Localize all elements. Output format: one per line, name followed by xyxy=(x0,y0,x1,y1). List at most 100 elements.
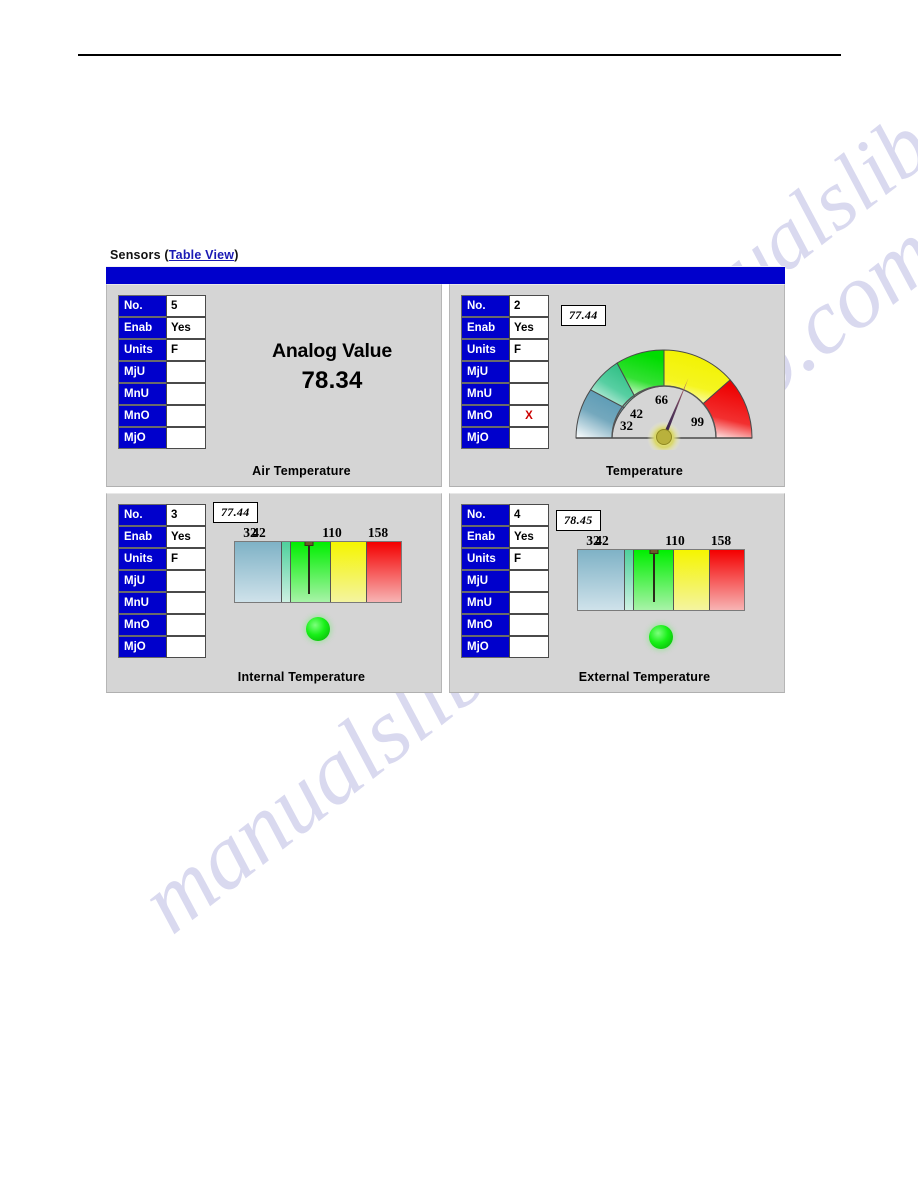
prop-value[interactable] xyxy=(166,614,206,636)
bar-segment-lowmid xyxy=(281,542,290,602)
prop-label: MnU xyxy=(461,592,509,614)
gauge-tick-66: 66 xyxy=(655,392,668,407)
table-row: MjO xyxy=(461,427,549,449)
prop-value[interactable] xyxy=(166,570,206,592)
prop-label: MjO xyxy=(118,427,166,449)
prop-value[interactable] xyxy=(509,636,549,658)
table-row: Units F xyxy=(118,339,206,361)
prop-label: Enab xyxy=(118,526,166,548)
prop-value[interactable] xyxy=(166,361,206,383)
sensor-panel-temperature-gauge: No. 2 Enab Yes Units F MjU MnU MnO X MjO 77.… xyxy=(449,284,785,487)
prop-label: MjU xyxy=(118,361,166,383)
prop-label: MjO xyxy=(461,636,509,658)
prop-value[interactable] xyxy=(509,427,549,449)
bar-gauge-body xyxy=(234,541,402,603)
sensors-widget: Sensors (Table View) No. 5 Enab Yes Units F… xyxy=(106,244,785,693)
prop-label: No. xyxy=(461,295,509,317)
radial-gauge-svg xyxy=(575,349,753,455)
page-header-rule xyxy=(78,54,841,56)
table-row: No. 5 xyxy=(118,295,206,317)
status-led xyxy=(649,625,673,649)
bar-segment-high xyxy=(672,550,710,610)
bar-segment-high xyxy=(329,542,367,602)
prop-value[interactable] xyxy=(166,427,206,449)
prop-value[interactable] xyxy=(509,361,549,383)
table-row: No. 3 xyxy=(118,504,206,526)
prop-value[interactable] xyxy=(166,636,206,658)
prop-label: No. xyxy=(118,295,166,317)
prop-label: Units xyxy=(118,339,166,361)
prop-value[interactable] xyxy=(166,383,206,405)
bar-tick-labels: 32 42 110 158 xyxy=(234,525,404,541)
prop-label: MnU xyxy=(118,592,166,614)
prop-value[interactable] xyxy=(509,383,549,405)
prop-value[interactable]: Yes xyxy=(166,526,206,548)
table-view-link[interactable]: Table View xyxy=(169,248,234,262)
bar-segment-critical xyxy=(709,550,744,610)
table-row: MnO xyxy=(118,405,206,427)
prop-value[interactable] xyxy=(509,592,549,614)
table-row: MnU xyxy=(118,383,206,405)
sensor-panel-grid: No. 5 Enab Yes Units F MjU MnU MnO MjO Anal… xyxy=(106,284,785,693)
table-row: MjU xyxy=(461,361,549,383)
table-row: Units F xyxy=(461,548,549,570)
bar-separator xyxy=(672,550,674,610)
prop-label: MnO xyxy=(461,405,509,427)
sensor-property-table: No. 5 Enab Yes Units F MjU MnU MnO MjO xyxy=(118,295,206,449)
prop-value[interactable]: 2 xyxy=(509,295,549,317)
table-row: MjU xyxy=(118,570,206,592)
prop-value[interactable]: F xyxy=(509,548,549,570)
panel-gutter xyxy=(442,284,449,487)
table-row: Enab Yes xyxy=(118,526,206,548)
prop-value[interactable]: F xyxy=(166,548,206,570)
prop-value[interactable]: Yes xyxy=(166,317,206,339)
table-row: No. 4 xyxy=(461,504,549,526)
prop-label: MjO xyxy=(118,636,166,658)
bar-separator xyxy=(709,550,711,610)
prop-value[interactable] xyxy=(166,592,206,614)
table-row: Enab Yes xyxy=(461,317,549,339)
table-row: Enab Yes xyxy=(461,526,549,548)
bar-tick-42: 42 xyxy=(252,525,266,540)
prop-label: Units xyxy=(461,548,509,570)
bar-needle-head xyxy=(304,542,314,546)
prop-value[interactable]: Yes xyxy=(509,317,549,339)
prop-value[interactable] xyxy=(509,570,549,592)
prop-value[interactable] xyxy=(509,614,549,636)
prop-label: MjU xyxy=(118,570,166,592)
prop-label: MjU xyxy=(461,361,509,383)
panel-caption: Temperature xyxy=(606,464,683,478)
bar-readout-chip: 78.45 xyxy=(556,510,601,531)
panel-caption: Internal Temperature xyxy=(237,670,366,684)
gauge-tick-99: 99 xyxy=(691,414,704,429)
bar-needle-head xyxy=(649,550,659,554)
prop-value[interactable]: 3 xyxy=(166,504,206,526)
prop-value-alarm[interactable]: X xyxy=(509,405,549,427)
prop-value[interactable]: F xyxy=(166,339,206,361)
prop-label: MjO xyxy=(461,427,509,449)
bar-separator xyxy=(281,542,283,602)
bar-separator xyxy=(289,542,291,602)
prop-value[interactable]: 5 xyxy=(166,295,206,317)
prop-label: No. xyxy=(461,504,509,526)
bar-needle xyxy=(308,544,311,594)
prop-value[interactable]: 4 xyxy=(509,504,549,526)
sensors-title-bar xyxy=(106,266,785,284)
prop-value[interactable]: Yes xyxy=(509,526,549,548)
prop-label: Units xyxy=(118,548,166,570)
status-led xyxy=(306,617,330,641)
bar-needle xyxy=(652,552,655,602)
prop-label: Enab xyxy=(461,526,509,548)
table-row: MnO xyxy=(118,614,206,636)
table-row: MjO xyxy=(118,427,206,449)
sensors-header-prefix: Sensors ( xyxy=(110,248,169,262)
prop-value[interactable]: F xyxy=(509,339,549,361)
prop-label: MnU xyxy=(118,383,166,405)
prop-label: No. xyxy=(118,504,166,526)
prop-value[interactable] xyxy=(166,405,206,427)
prop-label: MnO xyxy=(118,614,166,636)
table-row: MnU xyxy=(118,592,206,614)
radial-gauge: 32 42 66 99 xyxy=(548,330,780,455)
prop-label: MnO xyxy=(118,405,166,427)
table-row: No. 2 xyxy=(461,295,549,317)
